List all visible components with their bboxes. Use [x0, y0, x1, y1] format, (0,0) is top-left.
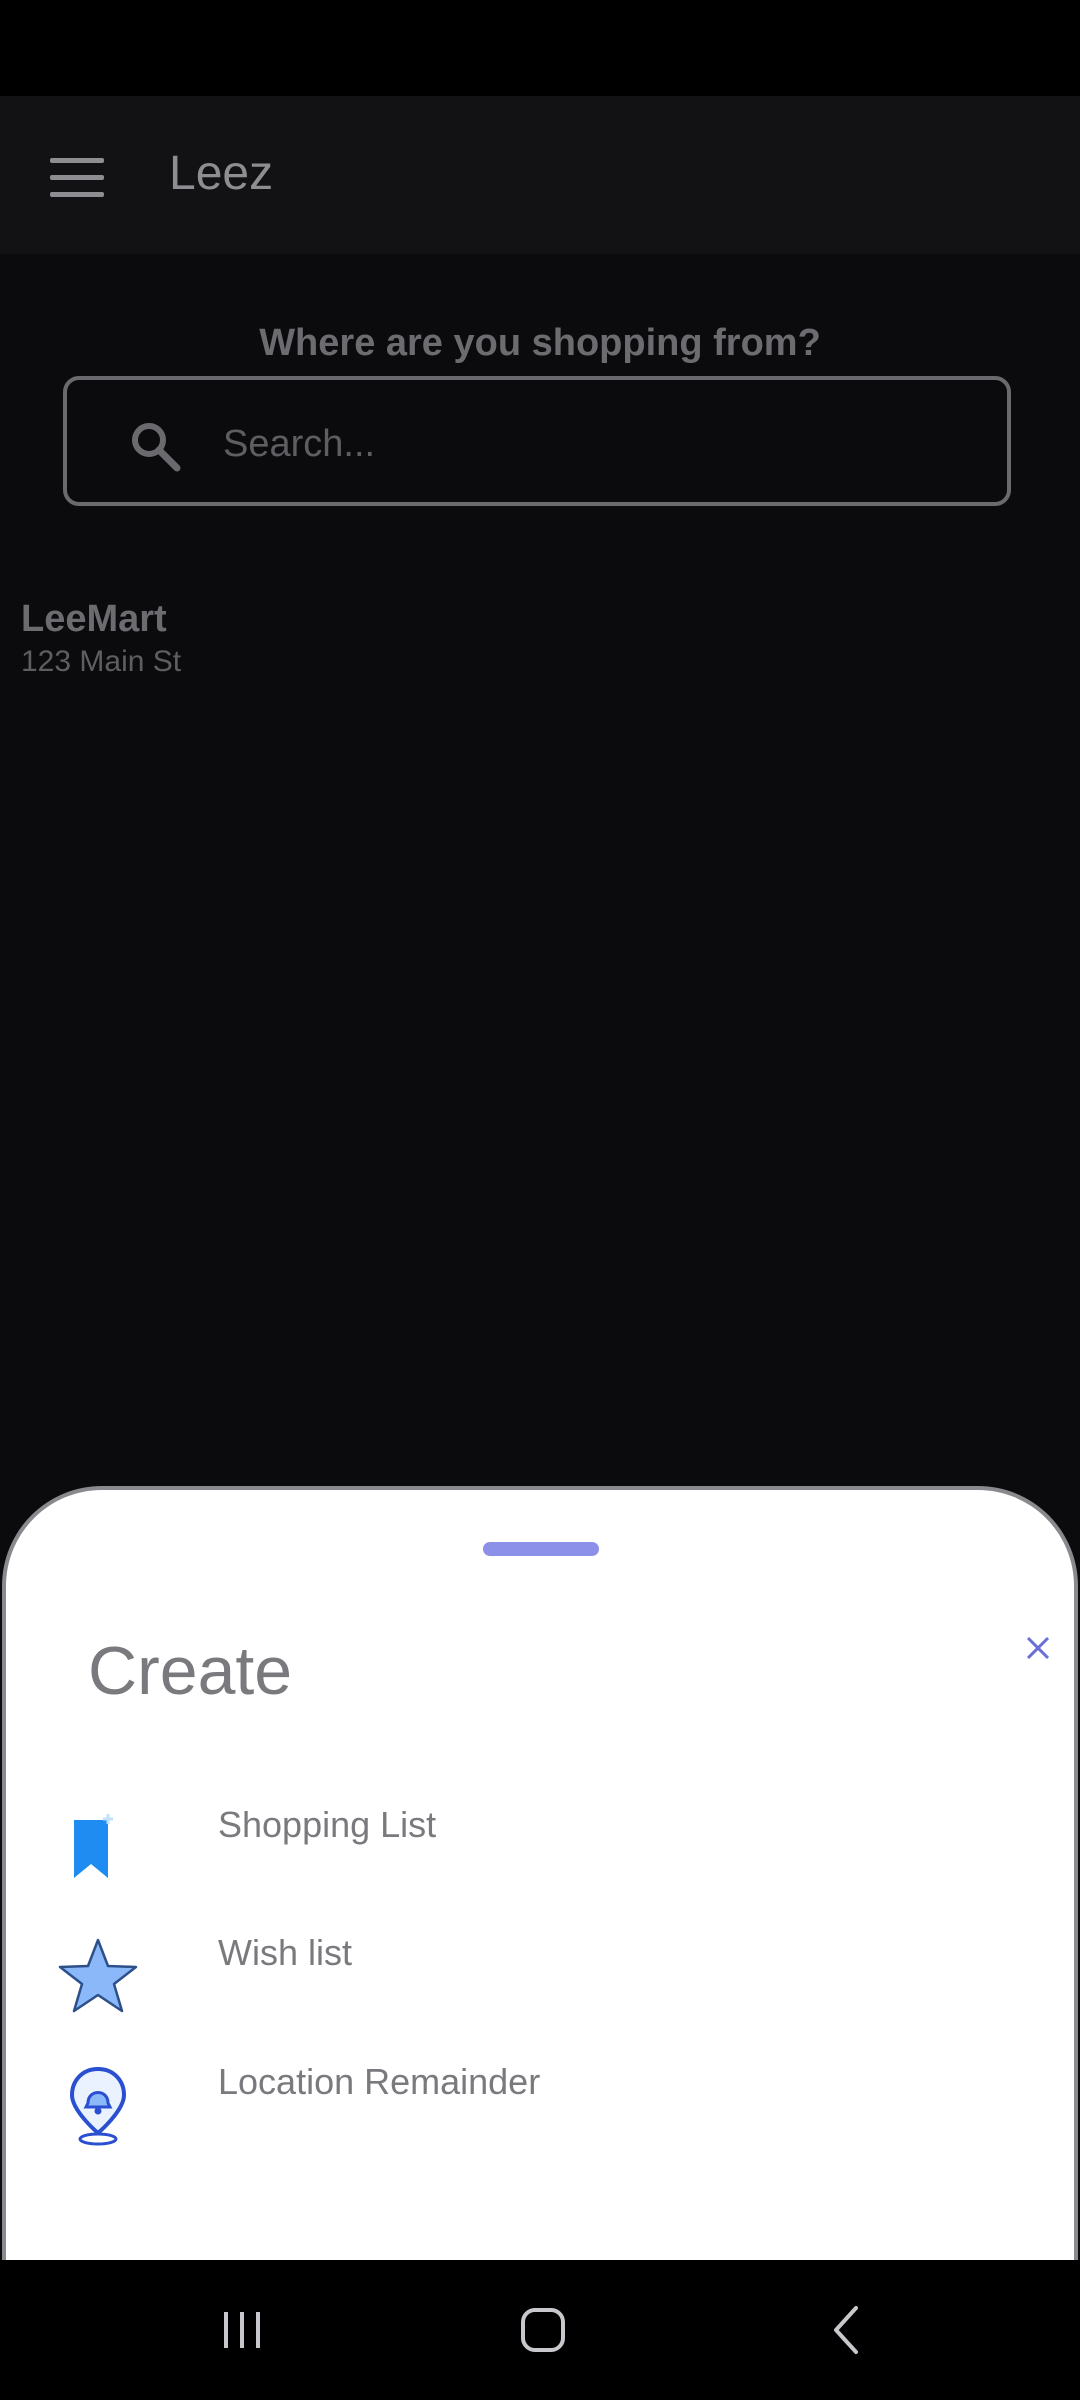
option-label: Shopping List [218, 1804, 437, 1845]
app-bar: Leez [0, 96, 1080, 254]
home-icon[interactable] [513, 2300, 573, 2360]
store-list-item[interactable]: LeeMart 123 Main St [21, 598, 321, 690]
hamburger-menu-icon[interactable] [50, 158, 106, 198]
store-name: LeeMart [21, 598, 167, 640]
system-navigation-bar [0, 2260, 1080, 2400]
search-input[interactable] [221, 408, 965, 480]
shopping-location-question: Where are you shopping from? [259, 322, 821, 364]
drag-handle[interactable] [483, 1542, 599, 1556]
option-label: Wish list [218, 1932, 352, 1973]
search-box[interactable] [63, 376, 1011, 506]
search-icon [132, 423, 181, 472]
create-wish-list-option[interactable]: Wish list [6, 1924, 1076, 2044]
location-bell-icon [69, 2066, 127, 2146]
create-location-reminder-option[interactable]: Location Remainder [6, 2053, 1076, 2173]
store-address: 123 Main St [21, 645, 182, 678]
back-icon[interactable] [818, 2300, 878, 2360]
sheet-title: Create [88, 1633, 293, 1709]
close-icon[interactable] [1016, 1626, 1060, 1670]
create-shopping-list-option[interactable]: Shopping List [6, 1796, 1076, 1916]
status-bar [0, 0, 1080, 96]
create-bottom-sheet: Create Shopping List Wish list Location … [2, 1486, 1078, 2260]
app-title: Leez [169, 147, 274, 200]
recent-apps-icon[interactable] [212, 2300, 272, 2360]
star-icon [58, 1938, 138, 2013]
option-label: Location Remainder [218, 2061, 541, 2102]
bookmark-icon [74, 1814, 113, 1878]
